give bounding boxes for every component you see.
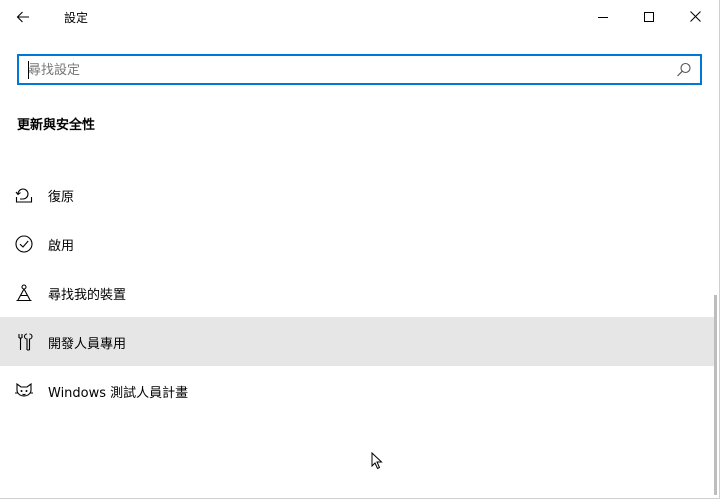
check-circle-icon	[14, 234, 34, 254]
nav-item-recovery[interactable]: 復原	[0, 170, 716, 219]
close-button[interactable]	[672, 0, 718, 33]
nav-item-windows-insider[interactable]: Windows 測試人員計畫	[0, 366, 716, 415]
search-input[interactable]	[28, 60, 668, 80]
scrollbar[interactable]	[714, 295, 717, 495]
settings-window: 設定 更新與安全性	[0, 0, 720, 499]
search-box[interactable]	[17, 54, 702, 85]
nav-item-activation[interactable]: 啟用	[0, 219, 716, 268]
maximize-button[interactable]	[626, 0, 672, 33]
minimize-button[interactable]	[580, 0, 626, 33]
search-icon[interactable]	[675, 61, 693, 79]
text-caret	[28, 61, 29, 79]
nav-item-find-my-device[interactable]: 尋找我的裝置	[0, 268, 716, 317]
nav-item-label: 復原	[48, 190, 75, 205]
nav-item-label: 尋找我的裝置	[48, 288, 127, 303]
maximize-icon	[644, 11, 654, 22]
section-title: 更新與安全性	[17, 118, 96, 133]
nav-item-label: 啟用	[48, 239, 75, 254]
title-bar: 設定	[0, 0, 719, 33]
back-button[interactable]	[0, 0, 46, 33]
nav-item-for-developers[interactable]: 開發人員專用	[0, 317, 716, 366]
arrow-left-icon	[16, 11, 29, 22]
nav-item-label: 開發人員專用	[48, 337, 127, 352]
find-device-icon	[14, 283, 34, 303]
insider-cat-icon	[14, 381, 34, 401]
window-title: 設定	[64, 11, 89, 25]
nav-item-label: Windows 測試人員計畫	[48, 386, 189, 401]
close-icon	[689, 11, 701, 22]
mouse-pointer-icon	[371, 452, 383, 470]
recovery-icon	[14, 185, 34, 205]
minimize-icon	[598, 16, 608, 18]
nav-list: 復原 啟用 尋找我的裝置 開發人員專用 Windows 測試人員計畫	[0, 170, 716, 415]
developer-tools-icon	[14, 332, 34, 352]
